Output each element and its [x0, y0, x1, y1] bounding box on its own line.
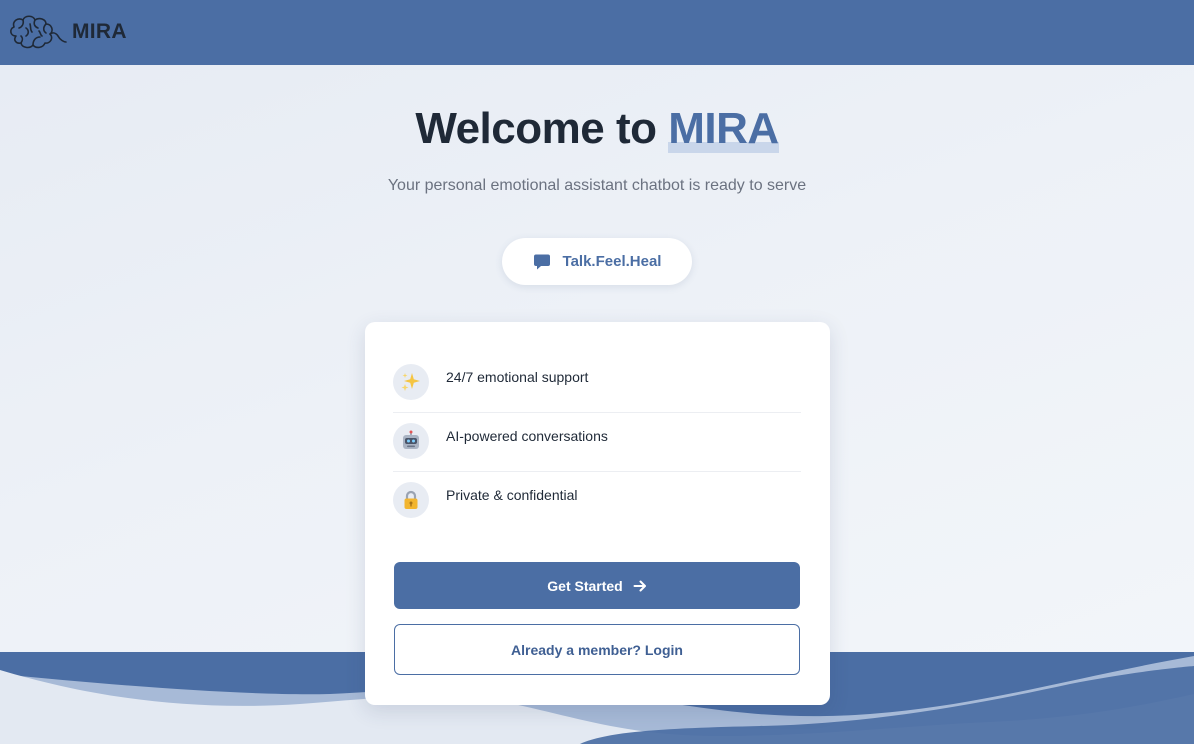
login-button[interactable]: Already a member? Login	[394, 624, 800, 675]
robot-icon	[393, 423, 429, 459]
tagline-text: Talk.Feel.Heal	[562, 253, 662, 270]
brand-name: MIRA	[72, 20, 127, 43]
arrow-right-icon	[633, 580, 646, 591]
welcome-title: Welcome to MIRA	[0, 104, 1194, 154]
brain-icon	[10, 15, 67, 49]
sparkles-icon	[393, 364, 429, 400]
feature-text: Private & confidential	[446, 487, 578, 503]
lock-icon	[393, 482, 429, 518]
welcome-title-brand: MIRA	[668, 104, 779, 153]
brand-logo-link[interactable]: MIRA	[6, 12, 127, 52]
welcome-title-prefix: Welcome to	[415, 104, 669, 153]
welcome-card: 24/7 emotional support AI-powered conver…	[365, 322, 830, 705]
get-started-button[interactable]: Get Started	[394, 562, 800, 609]
feature-text: AI-powered conversations	[446, 428, 608, 444]
feature-list: 24/7 emotional support AI-powered conver…	[393, 354, 801, 531]
feature-item-ai: AI-powered conversations	[393, 413, 801, 472]
feature-text: 24/7 emotional support	[446, 369, 589, 385]
tagline-badge: Talk.Feel.Heal	[502, 238, 692, 285]
top-navigation-bar: MIRA	[0, 0, 1194, 65]
feature-item-privacy: Private & confidential	[393, 472, 801, 531]
chat-bubble-icon	[533, 254, 550, 269]
welcome-subtitle: Your personal emotional assistant chatbo…	[387, 177, 807, 194]
get-started-label: Get Started	[547, 577, 623, 594]
feature-item-support: 24/7 emotional support	[393, 354, 801, 413]
